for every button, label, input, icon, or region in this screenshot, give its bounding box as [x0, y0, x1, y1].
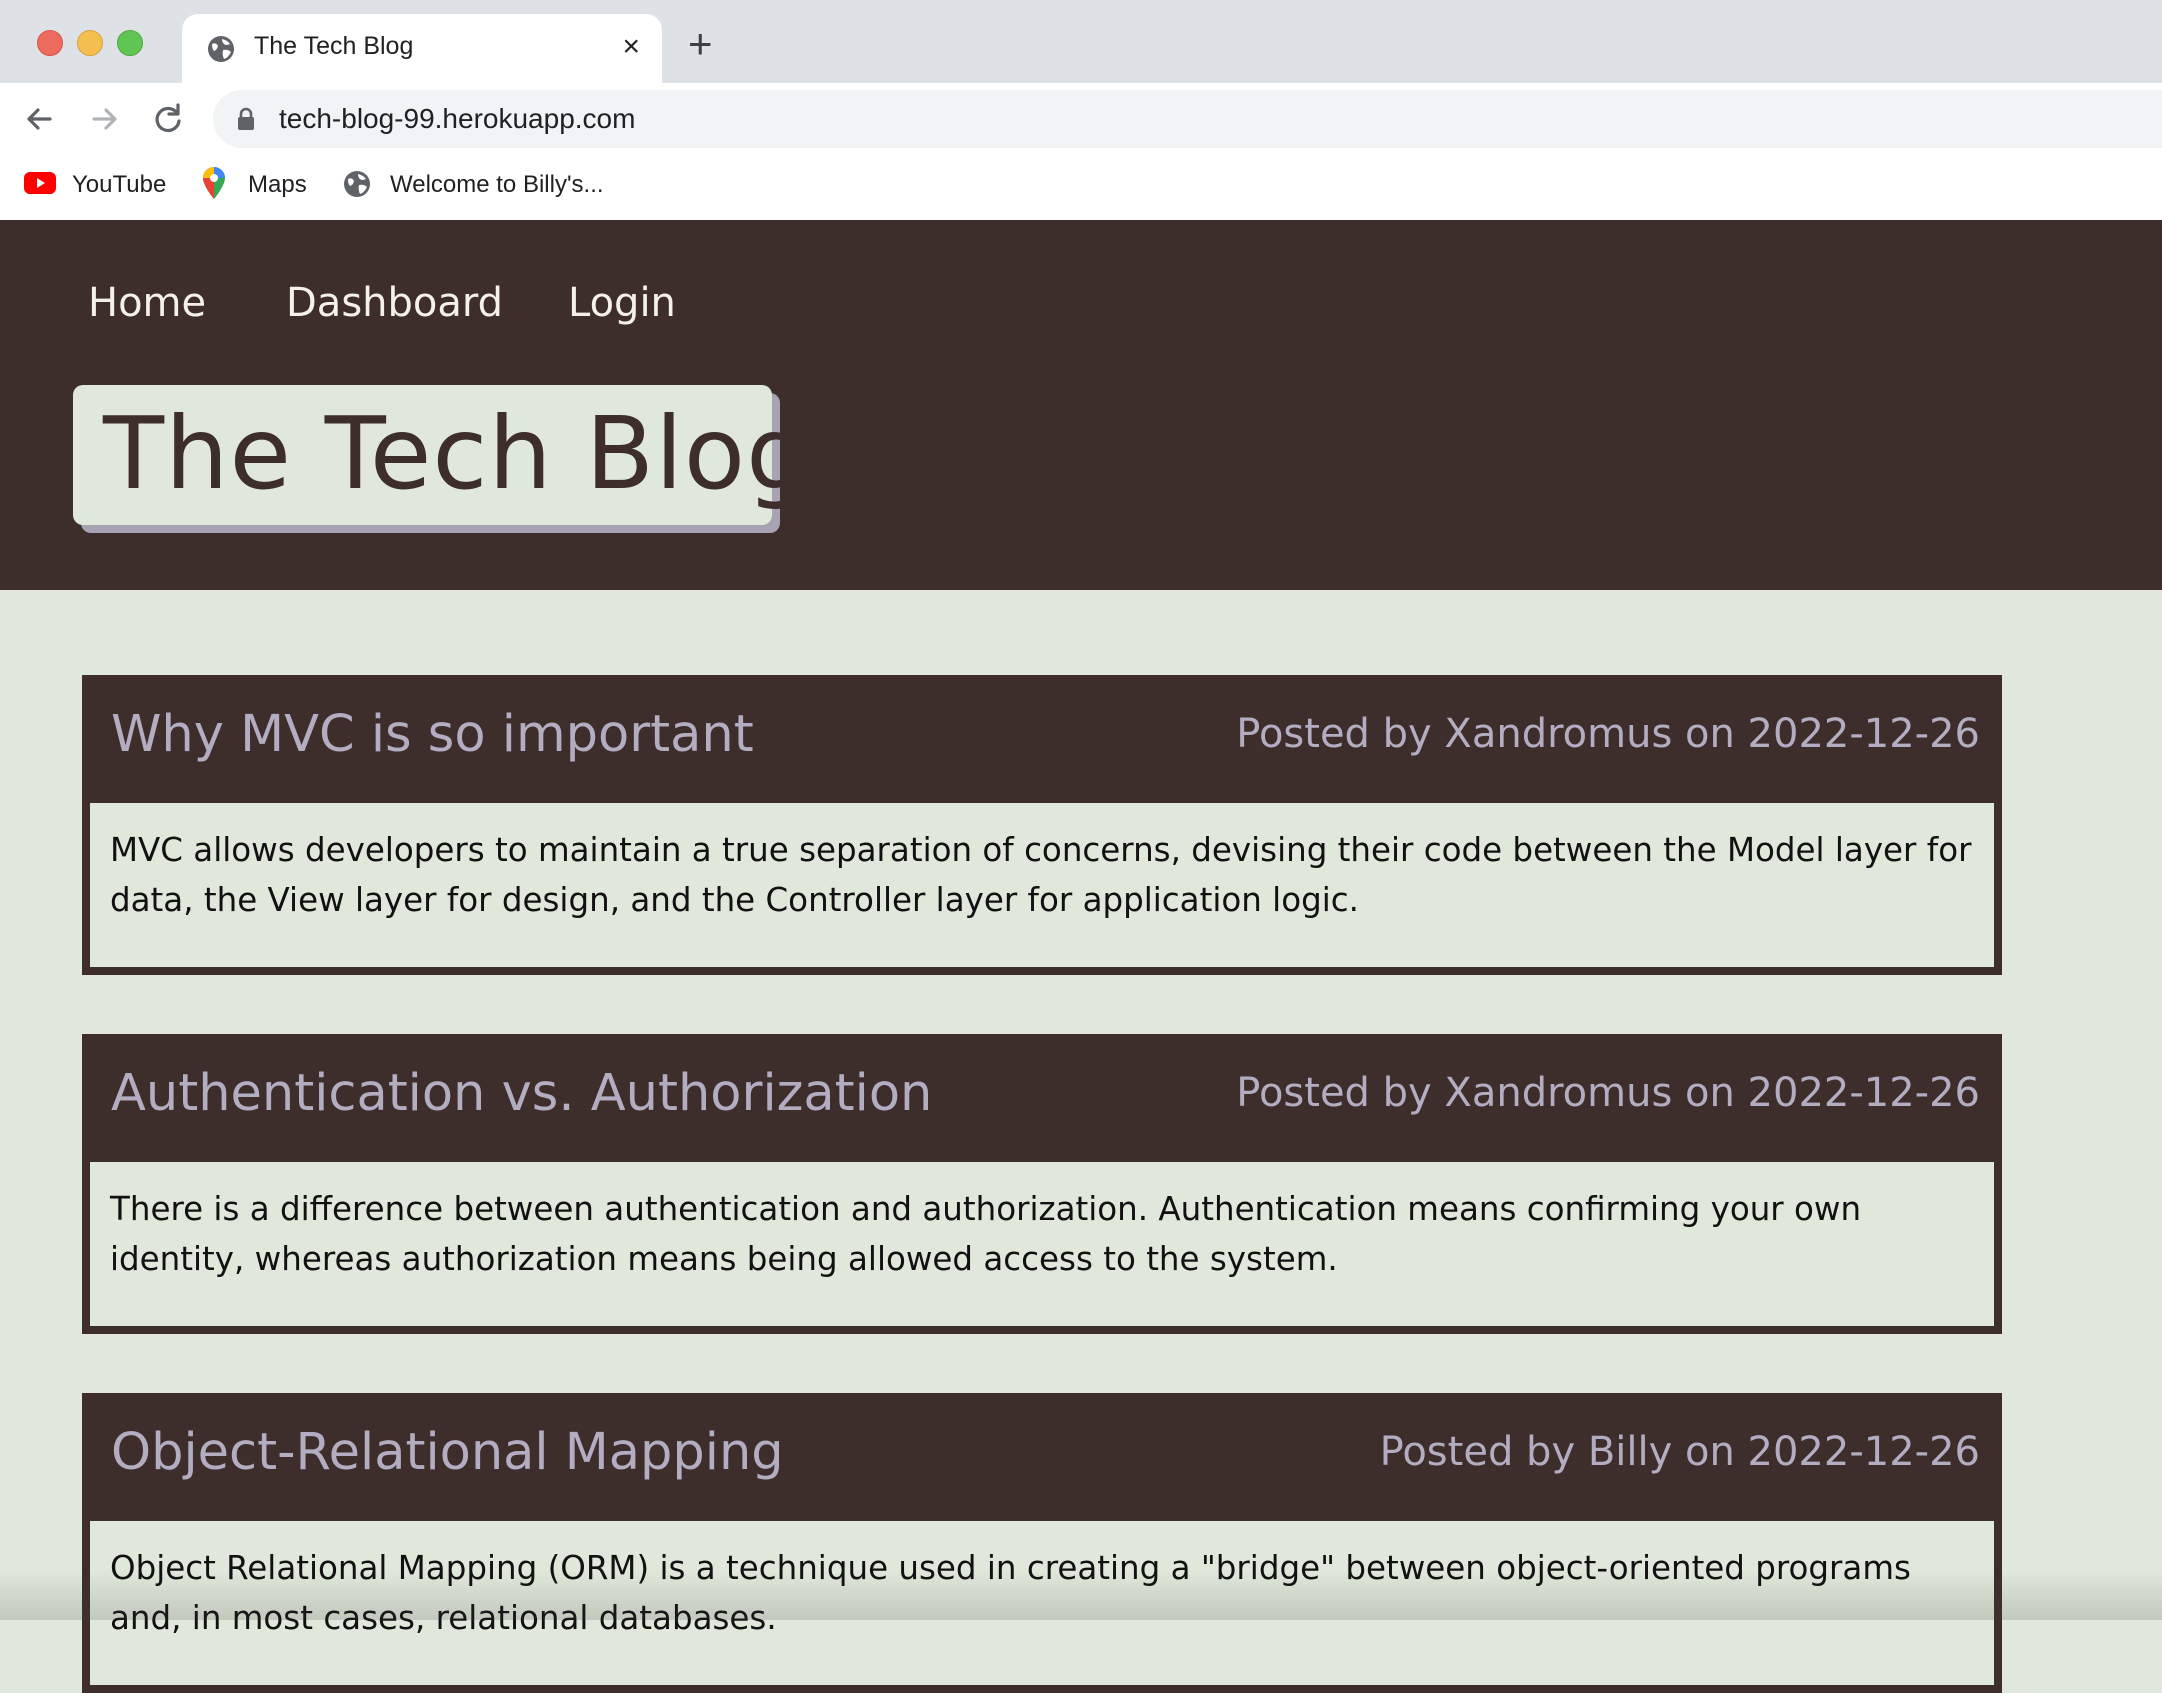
post-card[interactable]: Object-Relational Mapping Posted by Bill…: [82, 1393, 2002, 1693]
post-meta: Posted by Xandromus on 2022-12-26: [1236, 711, 1980, 757]
post-body: MVC allows developers to maintain a true…: [90, 803, 1994, 967]
post-text: MVC allows developers to maintain a true…: [110, 831, 1972, 919]
site-title: The Tech Blog: [103, 395, 811, 512]
window-minimize-button[interactable]: [77, 30, 103, 56]
tab-title: The Tech Blog: [254, 32, 414, 60]
lock-icon: [238, 107, 254, 130]
tab-close-icon[interactable]: ×: [622, 32, 640, 62]
post-text: Object Relational Mapping (ORM) is a tec…: [110, 1549, 1911, 1637]
globe-icon: [344, 171, 370, 197]
post-card[interactable]: Why MVC is so important Posted by Xandro…: [82, 675, 2002, 975]
maps-pin-icon: [203, 167, 225, 199]
post-body: Object Relational Mapping (ORM) is a tec…: [90, 1521, 1994, 1685]
post-header: Authentication vs. Authorization Posted …: [82, 1034, 2002, 1162]
globe-icon: [208, 36, 234, 62]
window-close-button[interactable]: [37, 30, 63, 56]
back-arrow-icon[interactable]: [20, 99, 60, 139]
url-text: tech-blog-99.herokuapp.com: [279, 103, 636, 134]
nav-link-home[interactable]: Home: [88, 280, 206, 326]
site-header: Home Dashboard Login The Tech Blog: [0, 220, 2162, 590]
bookmark-label: YouTube: [72, 171, 167, 198]
youtube-icon: [24, 172, 56, 194]
bookmark-label: Welcome to Billy's...: [390, 171, 604, 198]
bookmarks-bar: YouTube Maps Welcome to Billy's...: [0, 153, 2162, 221]
post-title[interactable]: Object-Relational Mapping: [111, 1423, 784, 1482]
post-header: Why MVC is so important Posted by Xandro…: [82, 675, 2002, 803]
new-tab-button[interactable]: +: [688, 23, 713, 65]
post-text: There is a difference between authentica…: [110, 1190, 1862, 1278]
browser-tab-bar: The Tech Blog × +: [0, 0, 2162, 83]
browser-tab-active[interactable]: The Tech Blog ×: [182, 14, 662, 83]
post-header: Object-Relational Mapping Posted by Bill…: [82, 1393, 2002, 1521]
nav-link-dashboard[interactable]: Dashboard: [286, 280, 503, 326]
browser-toolbar: tech-blog-99.herokuapp.com: [0, 83, 2162, 153]
forward-arrow-icon[interactable]: [84, 99, 124, 139]
post-title[interactable]: Authentication vs. Authorization: [111, 1064, 932, 1123]
post-meta: Posted by Billy on 2022-12-26: [1379, 1429, 1980, 1475]
window-maximize-button[interactable]: [117, 30, 143, 56]
page-content: Home Dashboard Login The Tech Blog Why M…: [0, 220, 2162, 1693]
post-title[interactable]: Why MVC is so important: [111, 705, 754, 764]
post-meta: Posted by Xandromus on 2022-12-26: [1236, 1070, 1980, 1116]
post-card[interactable]: Authentication vs. Authorization Posted …: [82, 1034, 2002, 1334]
bookmark-label: Maps: [248, 171, 307, 198]
post-body: There is a difference between authentica…: [90, 1162, 1994, 1326]
address-bar[interactable]: tech-blog-99.herokuapp.com: [213, 90, 2162, 148]
site-title-box: The Tech Blog: [73, 385, 810, 525]
reload-icon[interactable]: [148, 99, 188, 139]
nav-link-login[interactable]: Login: [568, 280, 676, 326]
